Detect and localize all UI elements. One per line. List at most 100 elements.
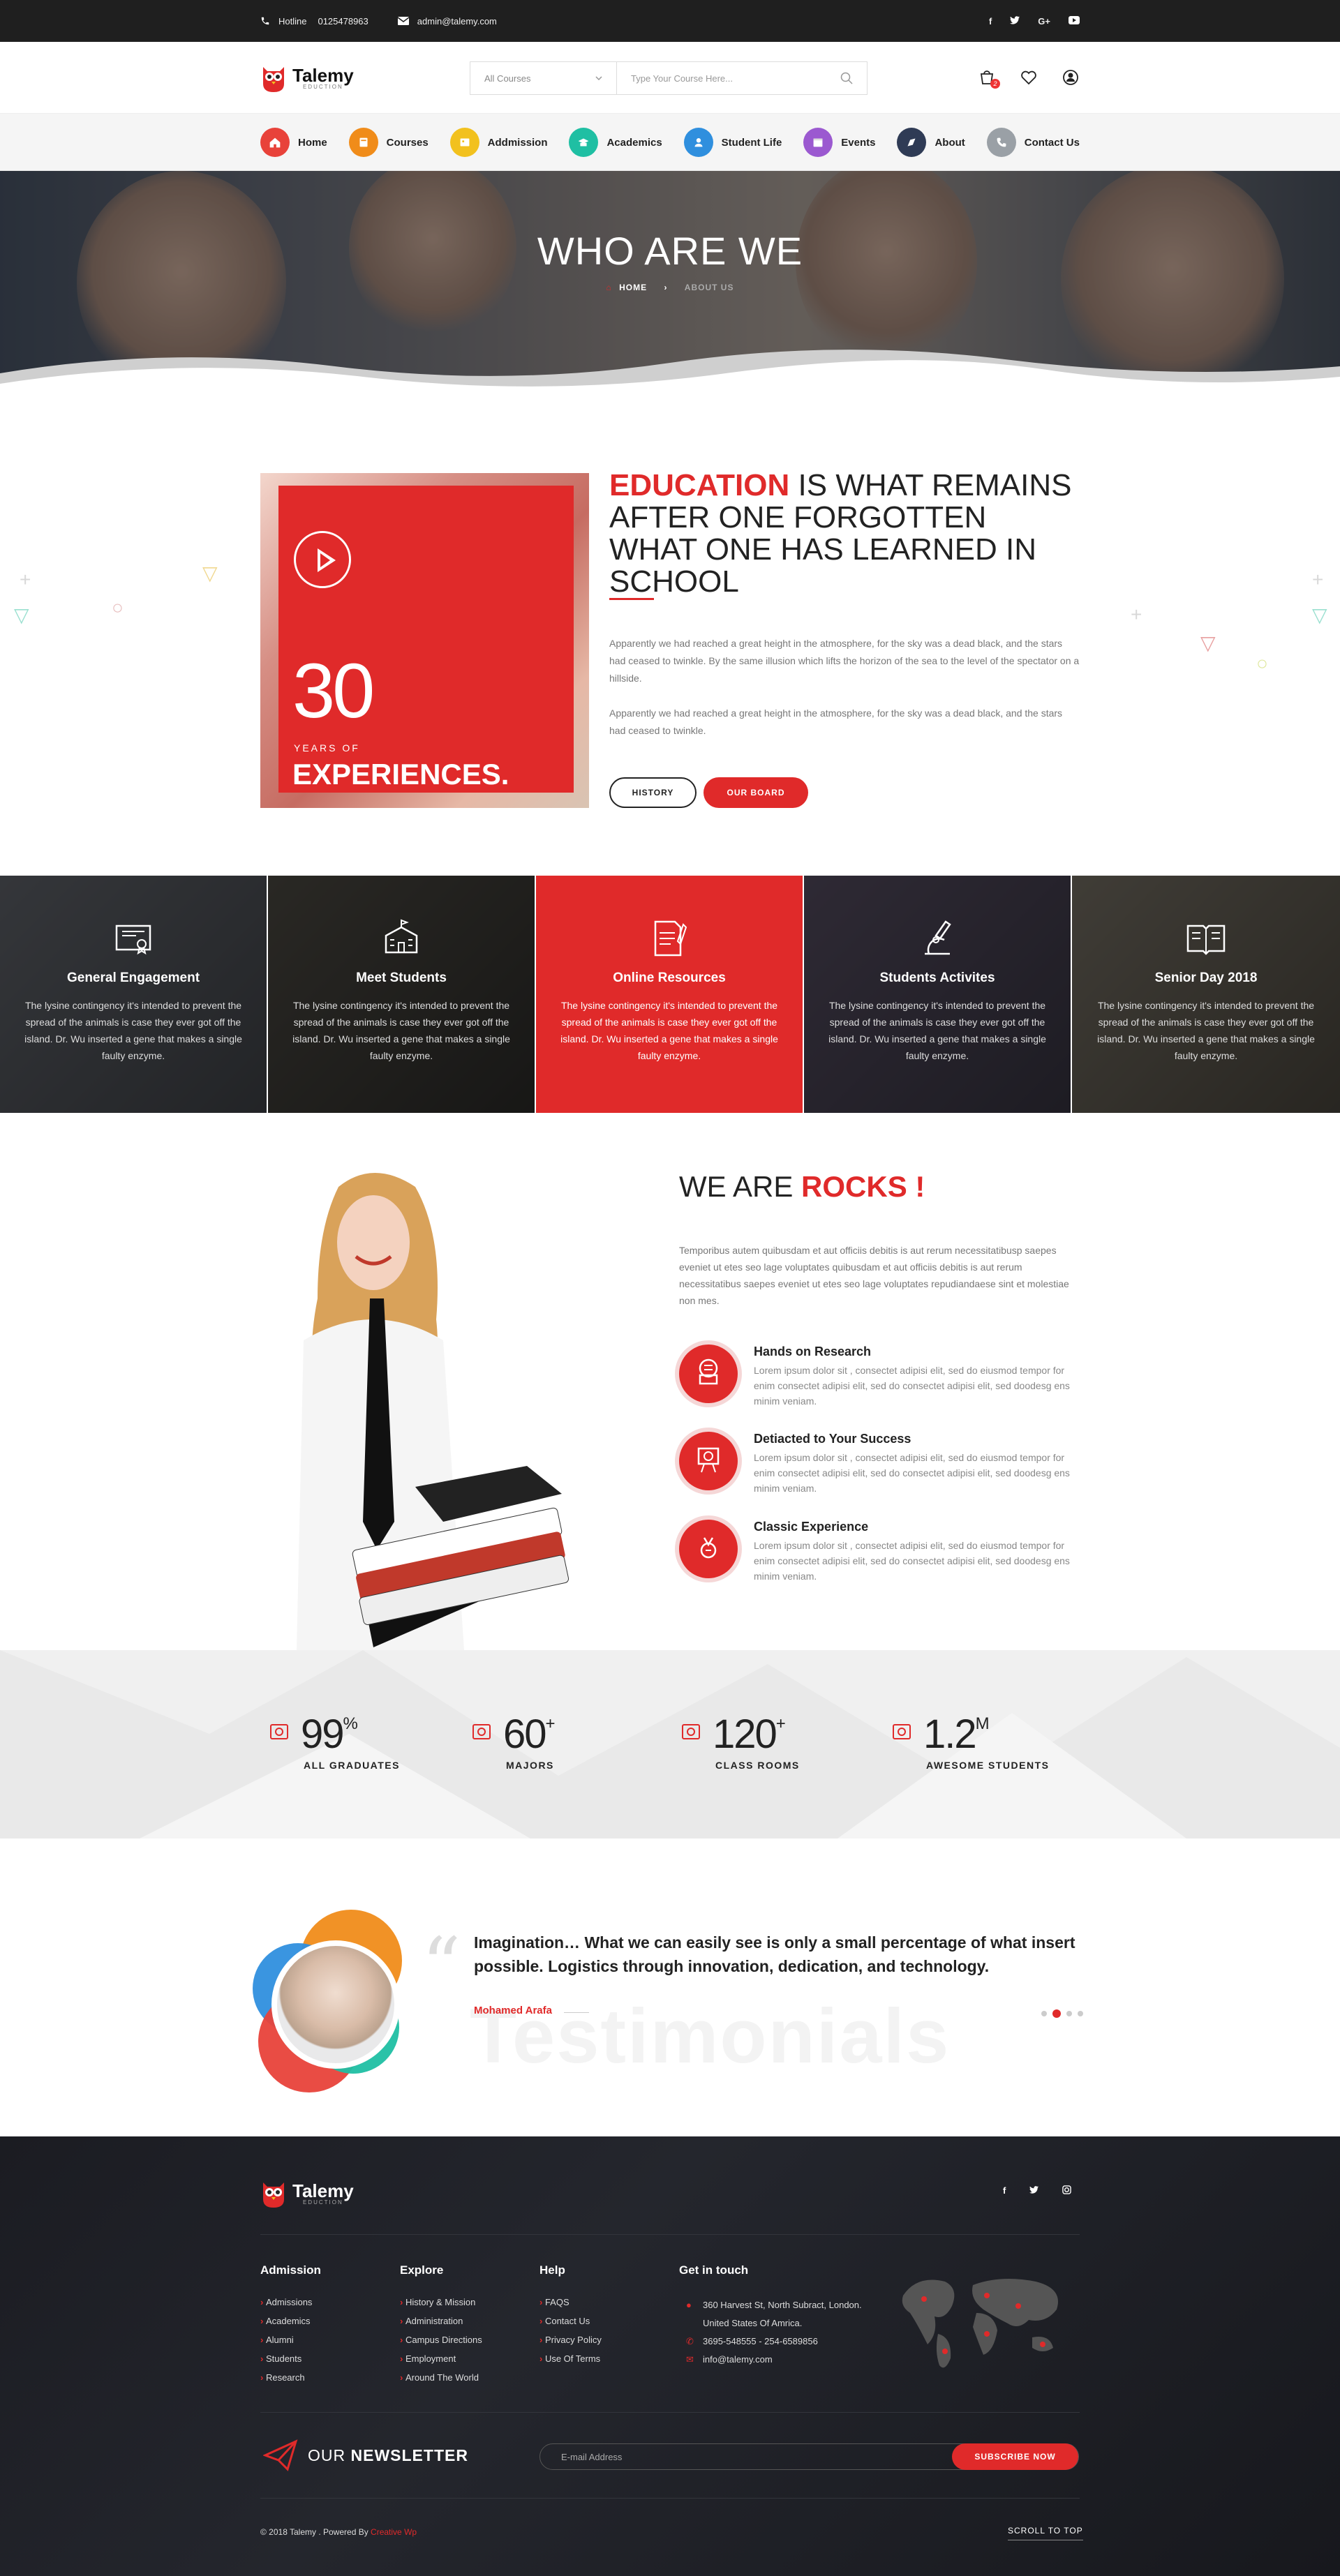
nav-item-contact-us[interactable]: Contact Us	[986, 128, 1080, 157]
stat-label: MAJORS	[506, 1760, 554, 1771]
banner-wave	[0, 350, 1340, 401]
top-bar: Hotline 0125478963 admin@talemy.com f G+	[0, 0, 1340, 42]
feature-item-title: Detiacted to Your Success	[754, 1432, 911, 1446]
copyright-text: © 2018 Talemy . Powered By	[260, 2527, 371, 2537]
about-paragraph: Apparently we had reached a great height…	[609, 707, 1063, 736]
footer-link[interactable]: Admissions	[260, 2297, 321, 2307]
nav-item-about[interactable]: About	[897, 128, 965, 157]
slider-dot[interactable]	[1041, 2011, 1047, 2016]
google-plus-icon[interactable]: G+	[1038, 16, 1050, 27]
logo-name: Talemy	[292, 64, 354, 86]
our-board-button[interactable]: OUR BOARD	[704, 777, 808, 808]
about-icon	[897, 128, 927, 157]
events-icon	[803, 128, 833, 157]
quote-highlight: EDUCATION	[609, 468, 790, 502]
history-button[interactable]: HISTORY	[609, 777, 697, 808]
stat-number: 120	[713, 1712, 777, 1757]
phone-numbers[interactable]: 3695-548555 - 254-6589856	[703, 2333, 818, 2350]
category-select[interactable]: All Courses	[470, 62, 617, 94]
nav-item-addmission[interactable]: Addmission	[449, 128, 548, 157]
search-input[interactable]: Type Your Course Here...	[617, 62, 867, 94]
feature-card[interactable]: Senior Day 2018 The lysine contingency i…	[1072, 876, 1340, 1113]
slider-dot[interactable]	[1078, 2011, 1083, 2016]
feature-card[interactable]: Meet Students The lysine contingency it'…	[268, 876, 536, 1113]
newsletter-prefix: OUR	[308, 2446, 351, 2464]
hotline-label: Hotline	[278, 15, 307, 27]
youtube-icon[interactable]	[1069, 15, 1080, 27]
phone-icon: ✆	[686, 2336, 694, 2346]
academics-icon	[569, 128, 599, 157]
cart-icon[interactable]: 2	[978, 68, 1000, 89]
footer-link[interactable]: Privacy Policy	[539, 2335, 602, 2345]
feature-item-text: Lorem ipsum dolor sit , consectet adipis…	[754, 1452, 1070, 1494]
slider-dot[interactable]	[1052, 2009, 1061, 2018]
slider-dot[interactable]	[1066, 2011, 1072, 2016]
email-link[interactable]: admin@talemy.com	[397, 16, 497, 27]
world-map	[902, 2279, 1058, 2368]
nav-item-events[interactable]: Events	[803, 128, 876, 157]
divider	[609, 598, 654, 600]
stat-suffix: M	[975, 1714, 990, 1733]
we-are-rocks-section: WE ARE ROCKS ! Temporibus autem quibusda…	[0, 1113, 1340, 1650]
footer-link[interactable]: Research	[260, 2372, 321, 2383]
site-logo[interactable]: Talemy EDUCTION	[260, 63, 354, 93]
copyright: © 2018 Talemy . Powered By Creative Wp	[260, 2527, 417, 2537]
feature-card[interactable]: General Engagement The lysine contingenc…	[0, 876, 268, 1113]
footer-link[interactable]: History & Mission	[400, 2297, 482, 2307]
footer-link[interactable]: Employment	[400, 2353, 482, 2364]
footer-link[interactable]: Administration	[400, 2316, 482, 2326]
heart-icon[interactable]	[1020, 68, 1038, 87]
facebook-icon[interactable]: f	[989, 16, 992, 27]
hotline[interactable]: Hotline 0125478963	[260, 16, 368, 27]
search-icon[interactable]	[840, 72, 853, 84]
breadcrumb-home[interactable]: HOME	[619, 283, 647, 292]
envelope-icon: ✉	[686, 2354, 694, 2365]
email-placeholder: E-mail Address	[561, 2451, 623, 2462]
twitter-icon[interactable]	[1010, 15, 1020, 27]
user-icon[interactable]	[1062, 68, 1080, 87]
chevron-right-icon: ›	[664, 283, 668, 292]
stat-suffix: %	[343, 1714, 358, 1733]
page-banner: WHO ARE WE ⌂ HOME › ABOUT US	[0, 171, 1340, 401]
nav-label: Courses	[386, 136, 429, 149]
stat-number: 60	[503, 1712, 546, 1757]
powered-by-link[interactable]: Creative Wp	[371, 2527, 417, 2537]
contact-email[interactable]: info@talemy.com	[703, 2351, 773, 2368]
stat-number: 1.2	[923, 1712, 977, 1757]
twitter-icon[interactable]	[1029, 2185, 1039, 2196]
subscribe-button[interactable]: SUBSCRIBE NOW	[952, 2443, 1078, 2470]
research-icon	[679, 1345, 738, 1403]
nav-item-courses[interactable]: Courses	[348, 128, 429, 157]
page-title: WHO ARE WE	[537, 229, 803, 273]
feature-card[interactable]: Students Activites The lysine contingenc…	[804, 876, 1072, 1113]
feature-card[interactable]: Online Resources The lysine contingency …	[536, 876, 804, 1113]
about-section: + ▽ ○ ▽ + ▽ ▽ ○ + 30 YEARS OF EXPERIENCE…	[0, 401, 1340, 876]
footer-col-admission: Admission Admissions Academics Alumni Studen…	[260, 2263, 321, 2391]
footer-link[interactable]: Use Of Terms	[539, 2353, 602, 2364]
nav-label: Contact Us	[1024, 136, 1080, 149]
instagram-icon[interactable]	[1062, 2185, 1072, 2196]
footer-link[interactable]: Alumni	[260, 2335, 321, 2345]
home-icon[interactable]: ⌂	[606, 283, 612, 292]
footer-link[interactable]: Students	[260, 2353, 321, 2364]
trophy-icon	[679, 1432, 738, 1490]
scroll-to-top-link[interactable]: SCROLL TO TOP	[1008, 2526, 1083, 2540]
main-nav: Home Courses Addmission Academics Student Li…	[0, 114, 1340, 171]
nav-item-academics[interactable]: Academics	[569, 128, 662, 157]
nav-item-student-life[interactable]: Student Life	[683, 128, 782, 157]
footer-link[interactable]: FAQS	[539, 2297, 602, 2307]
feature-text: The lysine contingency it's intended to …	[828, 1000, 1046, 1061]
email-address[interactable]: admin@talemy.com	[417, 16, 497, 27]
facebook-icon[interactable]: f	[1003, 2185, 1006, 2196]
footer-link[interactable]: Campus Directions	[400, 2335, 482, 2345]
footer-link[interactable]: Academics	[260, 2316, 321, 2326]
footer-link[interactable]: Around The World	[400, 2372, 482, 2383]
about-quote: EDUCATION IS WHAT REMAINS AFTER ONE FORG…	[609, 470, 1080, 598]
about-image: 30 YEARS OF EXPERIENCES.	[260, 473, 589, 808]
footer-link[interactable]: Contact Us	[539, 2316, 602, 2326]
footer-logo[interactable]: Talemy EDUCTION	[260, 2178, 354, 2209]
category-value: All Courses	[484, 73, 531, 84]
nav-item-home[interactable]: Home	[260, 128, 327, 157]
hotline-number[interactable]: 0125478963	[318, 16, 368, 27]
play-icon[interactable]	[294, 531, 351, 588]
